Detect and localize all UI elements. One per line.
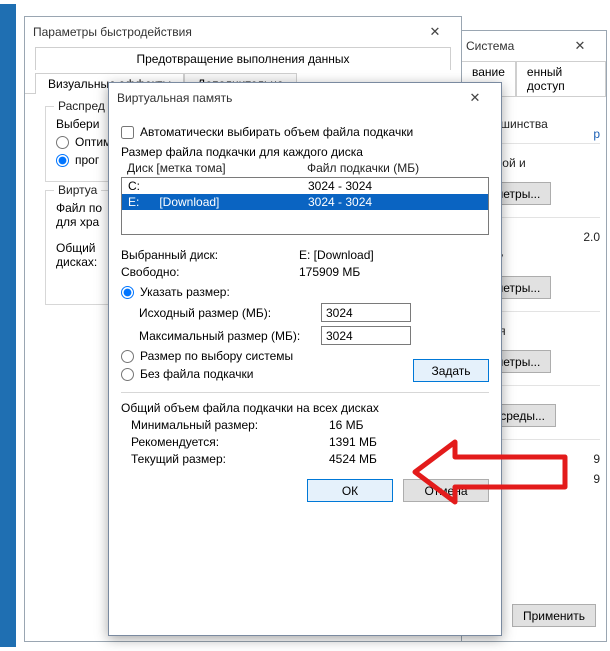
apply-button[interactable]: Применить (512, 604, 596, 627)
label: Текущий размер: (131, 452, 321, 466)
tab-dep[interactable]: Предотвращение выполнения данных (35, 47, 451, 70)
max-size-input[interactable] (321, 326, 411, 345)
ok-button[interactable]: ОК (307, 479, 393, 502)
disk-cell: C: (128, 179, 308, 193)
group-legend: Распред (54, 99, 109, 113)
pagefile-cell: 3024 - 3024 (308, 195, 372, 209)
value: 1391 МБ (329, 435, 377, 449)
set-button[interactable]: Задать (413, 359, 489, 382)
window-title: Система (466, 39, 514, 53)
label: Рекомендуется: (131, 435, 321, 449)
selected-disk-row: Выбранный диск: E: [Download] (121, 248, 489, 262)
radio-label: прог (75, 153, 99, 167)
cancel-button[interactable]: Отмена (403, 479, 489, 502)
radio-input[interactable] (56, 136, 69, 149)
disk-row-selected[interactable]: E: [Download] 3024 - 3024 (122, 194, 488, 210)
radio-input[interactable] (121, 350, 134, 363)
total-block: Минимальный размер: 16 МБ Рекомендуется: 1… (121, 418, 489, 466)
initial-size-input[interactable] (321, 303, 411, 322)
value: 4524 МБ (329, 452, 377, 466)
radio-input[interactable] (121, 286, 134, 299)
titlebar: Параметры быстродействия ✕ (25, 17, 461, 47)
label: Свободно: (121, 265, 291, 279)
label: Минимальный размер: (131, 418, 321, 432)
radio-label: Размер по выбору системы (140, 349, 293, 363)
virtual-memory-window: Виртуальная память ✕ Автоматически выбир… (108, 82, 502, 636)
desktop-wallpaper-edge (0, 4, 16, 647)
max-size-row: Максимальный размер (МБ): (139, 326, 489, 345)
value: E: [Download] (299, 248, 374, 262)
value: 175909 МБ (299, 265, 360, 279)
disk-list-header: Диск [метка тома] Файл подкачки (МБ) (121, 161, 489, 175)
close-icon[interactable]: ✕ (417, 24, 453, 40)
col-pagefile: Файл подкачки (МБ) (307, 161, 419, 175)
button-row: Применить (506, 598, 602, 637)
radio-input[interactable] (56, 154, 69, 167)
vm-body: Автоматически выбирать объем файла подка… (109, 113, 501, 466)
value: 16 МБ (329, 418, 364, 432)
disk-row[interactable]: C: 3024 - 3024 (122, 178, 488, 194)
disk-list[interactable]: C: 3024 - 3024 E: [Download] 3024 - 3024 (121, 177, 489, 235)
total-header: Общий объем файла подкачки на всех диска… (121, 401, 489, 415)
titlebar: Виртуальная память ✕ (109, 83, 501, 113)
checkbox-label: Автоматически выбирать объем файла подка… (140, 125, 413, 139)
window-title: Виртуальная память (117, 91, 232, 105)
button-row: ОК Отмена (109, 469, 501, 514)
col-disk: Диск [метка тома] (127, 161, 307, 175)
radio-custom-size[interactable]: Указать размер: (121, 285, 489, 299)
group-legend: Виртуа (54, 183, 101, 197)
close-icon[interactable]: ✕ (562, 38, 598, 54)
free-space-row: Свободно: 175909 МБ (121, 265, 489, 279)
label: Максимальный размер (МБ): (139, 329, 311, 343)
radio-input[interactable] (121, 368, 134, 381)
radio-label: Указать размер: (140, 285, 230, 299)
section-header: Размер файла подкачки для каждого диска (121, 145, 489, 159)
window-title: Параметры быстродействия (33, 25, 192, 39)
pagefile-cell: 3024 - 3024 (308, 179, 372, 193)
checkbox-input[interactable] (121, 126, 134, 139)
auto-manage-checkbox[interactable]: Автоматически выбирать объем файла подка… (121, 125, 489, 139)
link-fragment-r[interactable]: р (593, 127, 600, 141)
close-icon[interactable]: ✕ (457, 90, 493, 106)
disk-cell: E: [Download] (128, 195, 308, 209)
label: Выбранный диск: (121, 248, 291, 262)
label: Исходный размер (МБ): (139, 306, 311, 320)
titlebar: Система ✕ (458, 31, 606, 61)
initial-size-row: Исходный размер (МБ): (139, 303, 489, 322)
